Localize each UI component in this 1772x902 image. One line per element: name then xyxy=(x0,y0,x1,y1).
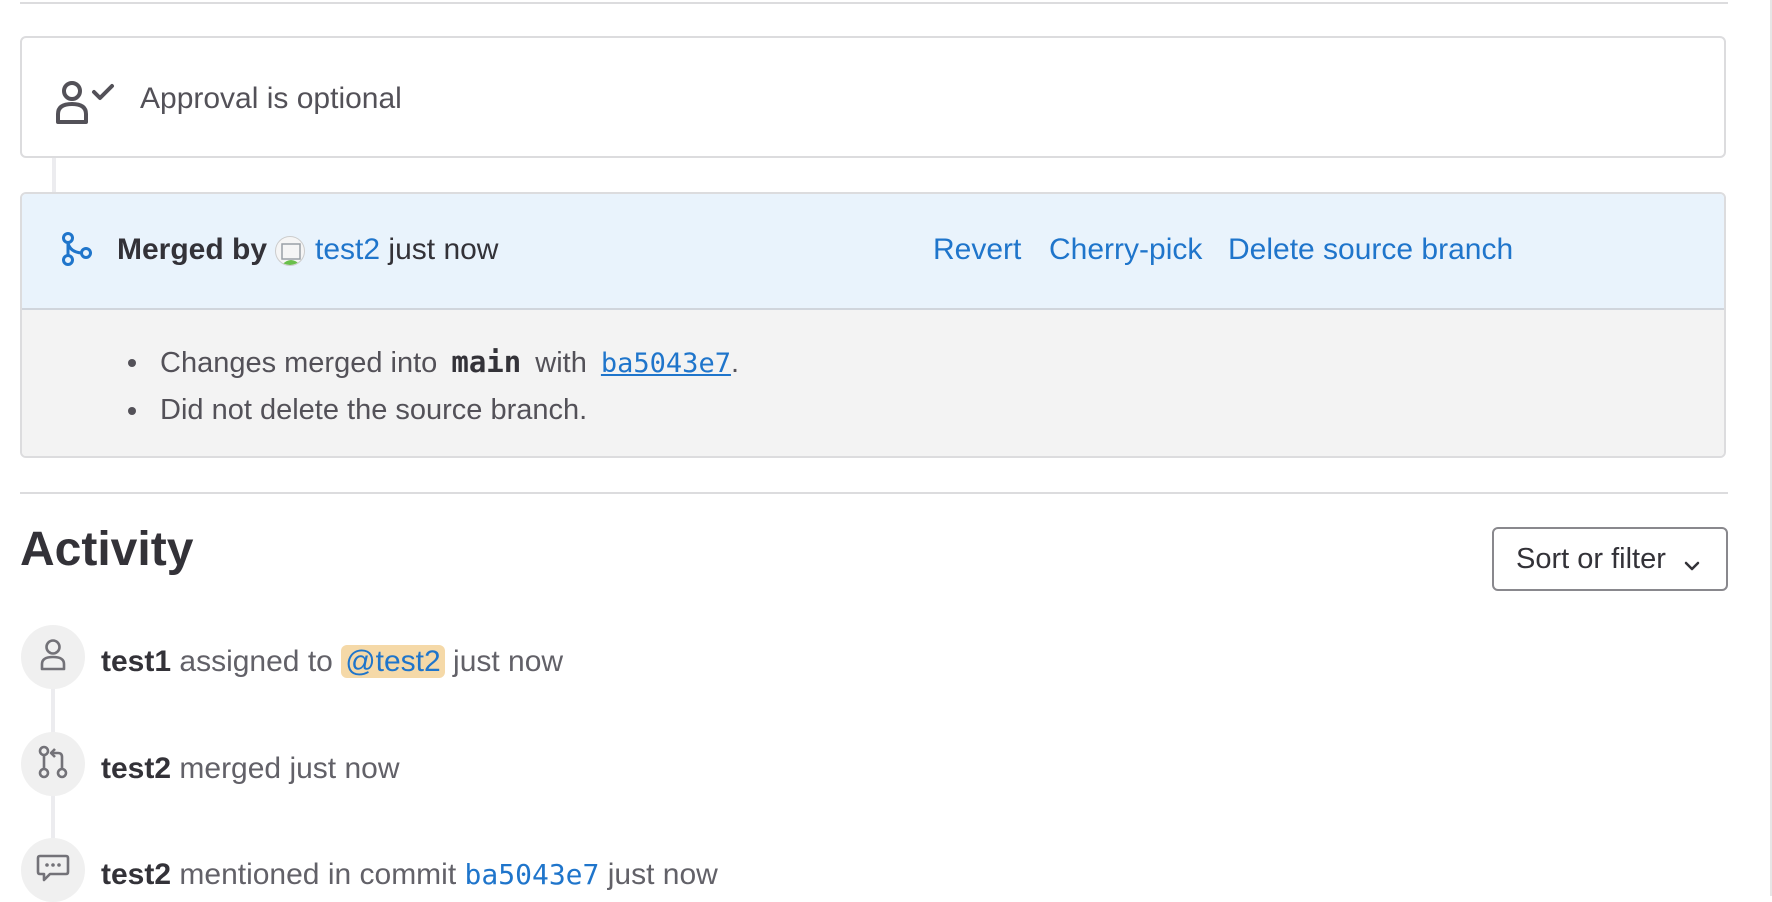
activity-action: assigned to xyxy=(179,645,333,678)
user-mention[interactable]: @test2 xyxy=(341,645,445,678)
activity-actor[interactable]: test2 xyxy=(101,752,171,785)
revert-button[interactable]: Revert xyxy=(933,233,1021,267)
merged-header: Merged by test2 just now Revert Cherry-p… xyxy=(22,194,1724,310)
comment-icon xyxy=(36,853,70,888)
activity-action: merged xyxy=(179,752,282,785)
merged-time: just now xyxy=(388,233,499,266)
approval-widget: Approval is optional xyxy=(20,36,1726,158)
merge-commit-link[interactable]: ba5043e7 xyxy=(595,348,731,379)
activity-time: just now xyxy=(453,645,564,678)
merge-icon xyxy=(62,232,92,271)
timeline-item-text: test2 mentioned in commit ba5043e7 just … xyxy=(101,858,718,892)
merged-by-text: Merged by test2 just now xyxy=(117,233,498,267)
merged-by-user-link[interactable]: test2 xyxy=(315,233,380,266)
target-branch: main xyxy=(451,345,522,379)
cherry-pick-button[interactable]: Cherry-pick xyxy=(1049,233,1202,267)
activity-actor[interactable]: test2 xyxy=(101,858,171,891)
activity-heading: Activity xyxy=(20,523,194,576)
approval-status-text: Approval is optional xyxy=(140,82,402,115)
timeline-item-icon xyxy=(21,732,85,796)
bullet xyxy=(128,407,136,415)
list-item: Did not delete the source branch. xyxy=(128,386,739,434)
merged-into-prefix: Changes merged into xyxy=(160,347,438,379)
timeline-item-text: test1 assigned to @test2 just now xyxy=(101,645,563,679)
activity-time: just now xyxy=(607,858,718,891)
timeline-item-text: test2 merged just now xyxy=(101,752,400,786)
chevron-down-icon xyxy=(1682,551,1702,584)
merged-with-text: with xyxy=(535,347,587,379)
widget-connector xyxy=(52,158,56,192)
commit-link[interactable]: ba5043e7 xyxy=(465,858,600,891)
sort-or-filter-dropdown[interactable]: Sort or filter xyxy=(1492,527,1728,591)
merged-details: Changes merged into main with ba5043e7. … xyxy=(22,310,1724,456)
approval-user-check-icon xyxy=(52,78,118,131)
delete-source-branch-button[interactable]: Delete source branch xyxy=(1228,233,1513,267)
top-divider xyxy=(20,2,1728,4)
merged-by-label: Merged by xyxy=(117,233,268,266)
activity-action: mentioned in commit xyxy=(179,858,457,891)
timeline-item-icon xyxy=(21,625,85,689)
merge-request-page: Approval is optional Merged by test2 jus… xyxy=(0,0,1772,902)
activity-actor[interactable]: test1 xyxy=(101,645,171,678)
period: . xyxy=(730,347,740,379)
merge-details-list: Changes merged into main with ba5043e7. … xyxy=(128,338,740,434)
merged-widget: Merged by test2 just now Revert Cherry-p… xyxy=(20,192,1726,458)
timeline-item-icon xyxy=(21,838,85,902)
source-branch-status: Did not delete the source branch. xyxy=(160,394,588,426)
bullet xyxy=(128,359,136,367)
list-item: Changes merged into main with ba5043e7. xyxy=(128,338,740,386)
merge-request-icon xyxy=(37,745,69,784)
activity-time: just now xyxy=(289,752,400,785)
avatar[interactable] xyxy=(275,236,306,266)
section-divider xyxy=(20,492,1728,494)
user-icon xyxy=(38,638,68,677)
sort-or-filter-label: Sort or filter xyxy=(1516,542,1666,575)
